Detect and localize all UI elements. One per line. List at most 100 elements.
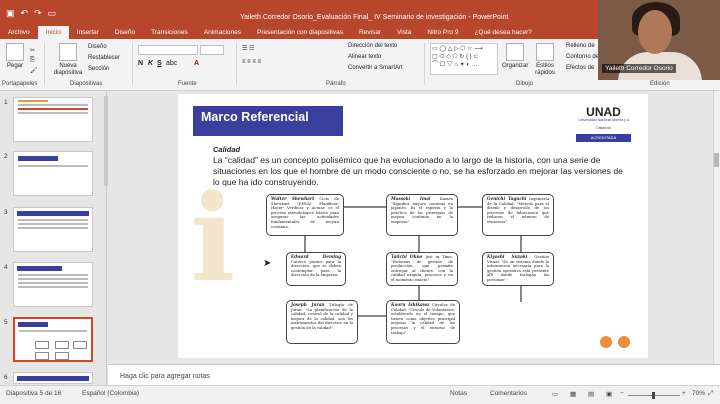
footer-logo-icon <box>618 336 630 348</box>
shape-effects-button[interactable]: Efectos de <box>566 65 594 71</box>
connector-line <box>520 286 522 302</box>
zoom-slider-knob[interactable] <box>652 392 655 399</box>
font-size-select[interactable] <box>200 45 224 55</box>
thumb-number: 5 <box>4 319 8 326</box>
shape-outline-button[interactable]: Contorno de <box>566 54 599 60</box>
clipboard-icon <box>6 43 24 61</box>
layout-button[interactable]: Diseño <box>88 44 107 50</box>
bullets-icon[interactable]: ☰ ☷ <box>242 45 254 52</box>
section-button[interactable]: Sección <box>88 66 109 72</box>
slide-title[interactable]: Marco Referencial <box>201 110 309 124</box>
quick-styles-icon <box>536 43 554 61</box>
slideshow-icon[interactable]: ▣ <box>606 390 612 398</box>
connector-line <box>343 206 388 208</box>
person-face <box>638 10 672 54</box>
reset-button[interactable]: Restablecer <box>88 55 120 61</box>
tab-archivo[interactable]: Archivo <box>0 26 38 39</box>
cut-icon[interactable]: ✂ <box>30 47 35 54</box>
comments-toggle[interactable]: Comentarios <box>490 390 527 397</box>
tab-animaciones[interactable]: Animaciones <box>196 26 249 39</box>
connector-line <box>457 206 483 208</box>
thumb-number: 2 <box>4 153 8 160</box>
drawing-group-label: Dibujo <box>516 81 534 87</box>
editing-group-label: Edición <box>650 81 670 87</box>
tab-presentacion[interactable]: Presentación con diapositivas <box>249 26 351 39</box>
zoom-level[interactable]: 70% <box>692 390 705 397</box>
save-icon[interactable]: ▣ <box>6 8 15 19</box>
slide-thumbnail-2[interactable] <box>13 151 93 196</box>
quick-styles-button[interactable]: Estilos rápidos <box>532 43 558 77</box>
body-paragraph[interactable]: La “calidad” es un concepto polisémico q… <box>213 155 628 188</box>
fit-slide-icon[interactable]: ⤢ <box>708 390 713 398</box>
arrange-button[interactable]: Organizar <box>502 43 528 70</box>
strikethrough-button[interactable]: abc <box>166 60 177 67</box>
quality-author-box[interactable]: Kiyoshi Suzaki Gestión Visual. "Es un si… <box>482 252 554 286</box>
tab-insertar[interactable]: Insertar <box>69 26 107 39</box>
status-bar: Diapositiva 5 de 16 Español (Colombia) N… <box>0 385 720 404</box>
align-icons[interactable]: ≡ ≡ ≡ ≡ <box>242 59 261 65</box>
notes-toggle[interactable]: Notas <box>450 390 467 397</box>
tab-transiciones[interactable]: Transiciones <box>143 26 196 39</box>
divider <box>132 43 133 85</box>
normal-view-icon[interactable]: ▭ <box>552 390 558 398</box>
redo-icon[interactable]: ↷ <box>34 8 42 19</box>
slide-thumbnail-3[interactable] <box>13 207 93 252</box>
background-watermark: i <box>190 168 236 309</box>
slide-thumbnail-5[interactable] <box>13 317 93 362</box>
language-indicator[interactable]: Español (Colombia) <box>82 390 139 397</box>
unad-logo: UNAD Universidad Nacional Abierta y a Di… <box>576 106 631 152</box>
divider <box>236 43 237 85</box>
arrange-label: Organizar <box>502 63 529 69</box>
thumb-number: 6 <box>4 374 8 381</box>
tab-nitro[interactable]: Nitro Pro 9 <box>419 26 466 39</box>
webcam-overlay: Yaileth Corredor Osorio <box>598 0 720 80</box>
clipboard-group-label: Portapapeles <box>2 81 38 87</box>
paste-button[interactable]: Pegar <box>4 43 26 70</box>
zoom-out-icon[interactable]: − <box>620 390 624 397</box>
font-color-button[interactable]: A <box>194 60 199 67</box>
quality-author-box[interactable]: Walter Shewhart Ciclo de Shewhart (PHVA)… <box>266 194 344 236</box>
quality-author-box[interactable]: Genichi Taguchi Ingeniería de la Calidad… <box>482 194 554 236</box>
tell-me-search[interactable]: ¿Qué desea hacer? <box>466 26 539 39</box>
zoom-in-icon[interactable]: + <box>682 390 686 397</box>
slide-thumbnail-4[interactable] <box>13 262 93 307</box>
quality-author-box[interactable]: Joseph Juran Trilogía de Juran: "La plan… <box>286 300 358 344</box>
quality-author-box[interactable]: Taiichi Ohno Just in Time. "Sistemas de … <box>386 252 458 286</box>
tab-vista[interactable]: Vista <box>389 26 419 39</box>
quality-author-box[interactable]: Kaoru Ishikawa Círculos de Calidad: "Cír… <box>386 300 460 344</box>
copy-icon[interactable]: ⎘ <box>30 57 35 64</box>
new-slide-button[interactable]: Nueva diapositiva <box>50 43 86 77</box>
underline-button[interactable]: S <box>157 60 162 67</box>
text-direction-button[interactable]: Dirección del texto <box>348 43 397 49</box>
smartart-button[interactable]: Convertir a SmartArt <box>348 65 403 71</box>
quality-author-box[interactable]: Massaki Imai Kaizen "Significa mejora co… <box>386 194 458 236</box>
paragraph-group-label: Párrafo <box>326 81 346 87</box>
present-icon[interactable]: ▭ <box>48 8 57 19</box>
undo-icon[interactable]: ↶ <box>21 8 29 19</box>
slide-thumbnail-1[interactable] <box>13 97 93 142</box>
slide-canvas: i Marco Referencial UNAD Universidad Nac… <box>108 91 712 364</box>
quality-author-box[interactable]: Edward Deming Catorce puntos para la dir… <box>286 252 346 286</box>
shape-fill-button[interactable]: Relleno de <box>566 43 595 49</box>
tab-diseno[interactable]: Diseño <box>107 26 143 39</box>
shapes-gallery[interactable]: ▭ ◯ △ ▷ ⬡ ☆ ⟶ ▢ ⬭ ◇ ⬠ ↻ { } ⊂ ⌒ ☐ ▽ ⌂ ✦ ◐ … <box>430 43 498 75</box>
new-slide-icon <box>59 43 77 61</box>
format-painter-icon[interactable]: 🖌 <box>30 67 38 74</box>
align-text-button[interactable]: Alinear texto <box>348 54 381 60</box>
current-slide[interactable]: i Marco Referencial UNAD Universidad Nac… <box>178 94 648 358</box>
subheading[interactable]: Calidad <box>213 145 240 154</box>
thumb-number: 1 <box>4 99 8 106</box>
tab-inicio[interactable]: Inicio <box>37 26 69 39</box>
new-slide-label: Nueva diapositiva <box>53 63 83 76</box>
italic-button[interactable]: K <box>148 60 153 67</box>
font-name-select[interactable] <box>138 45 198 55</box>
scrollbar-thumb[interactable] <box>714 153 719 167</box>
notes-placeholder: Haga clic para agregar notas <box>120 373 210 380</box>
slide-sorter-icon[interactable]: ▦ <box>570 390 576 398</box>
tab-revisar[interactable]: Revisar <box>351 26 389 39</box>
slide-scrollbar[interactable] <box>713 91 720 364</box>
reading-view-icon[interactable]: ▤ <box>588 390 594 398</box>
slide-thumbnail-6[interactable] <box>13 372 93 384</box>
bold-button[interactable]: N <box>138 60 143 67</box>
notes-pane[interactable]: Haga clic para agregar notas <box>108 364 720 385</box>
